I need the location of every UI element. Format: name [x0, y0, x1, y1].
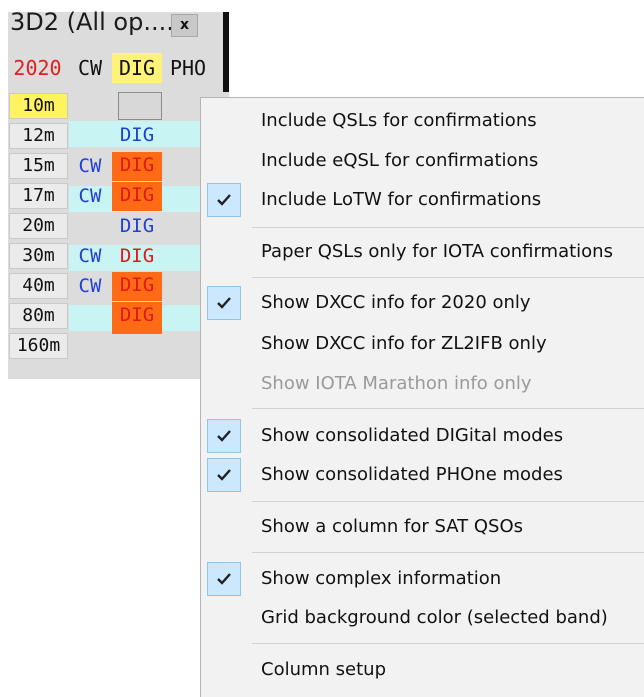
grid-cell-40m-dig[interactable]: DIG — [112, 272, 162, 301]
menu-item-include-qsls[interactable]: Include QSLs for confirmations — [200, 103, 644, 139]
menu-item-dxcc-zl2ifb-only[interactable]: Show DXCC info for ZL2IFB only — [200, 326, 644, 362]
menu-item-paper-qsls-iota[interactable]: Paper QSLs only for IOTA confirmations — [200, 234, 644, 270]
dig-column-header[interactable]: DIG — [112, 53, 162, 83]
grid-cell-15m-cw[interactable]: CW — [69, 153, 111, 179]
menu-item-column-setup[interactable]: Column setup — [200, 652, 644, 688]
menu-separator — [252, 227, 644, 228]
band-label-15m[interactable]: 15m — [9, 153, 68, 179]
checkmark-icon — [207, 562, 241, 596]
window-title: 3D2 (All op.... — [10, 8, 174, 36]
grid-cell-20m-dig[interactable]: DIG — [112, 213, 162, 239]
menu-item-label: Include LoTW for confirmations — [261, 189, 542, 210]
band-label-30m[interactable]: 30m — [9, 243, 68, 269]
menu-item-label: Include eQSL for confirmations — [261, 150, 539, 171]
menu-item-include-eqsl[interactable]: Include eQSL for confirmations — [200, 143, 644, 179]
menu-item-complex-information[interactable]: Show complex information — [200, 561, 644, 597]
menu-item-sat-column[interactable]: Show a column for SAT QSOs — [200, 509, 644, 545]
menu-item-include-lotw[interactable]: Include LoTW for confirmations — [200, 182, 644, 218]
menu-item-label: Show consolidated DIGital modes — [261, 425, 564, 446]
band-label-80m[interactable]: 80m — [9, 303, 68, 329]
close-button[interactable]: x — [171, 14, 198, 37]
band-label-10m[interactable]: 10m — [9, 93, 68, 119]
grid-cell-80m-dig[interactable]: DIG — [112, 302, 162, 334]
selected-grid-cell[interactable] — [118, 92, 162, 120]
menu-separator — [252, 408, 644, 409]
grid-cell-15m-dig[interactable]: DIG — [112, 152, 162, 181]
band-label-160m[interactable]: 160m — [9, 333, 68, 359]
grid-cell-30m-cw[interactable]: CW — [69, 243, 111, 269]
menu-separator — [252, 643, 644, 644]
menu-item-iota-marathon-only: Show IOTA Marathon info only — [200, 366, 644, 402]
menu-item-label: Grid background color (selected band) — [261, 607, 608, 628]
band-label-40m[interactable]: 40m — [9, 273, 68, 299]
menu-item-dxcc-2020-only[interactable]: Show DXCC info for 2020 only — [200, 285, 644, 321]
menu-item-consolidated-phone[interactable]: Show consolidated PHOne modes — [200, 457, 644, 493]
menu-separator — [252, 501, 644, 502]
menu-item-label: Show IOTA Marathon info only — [261, 373, 532, 394]
menu-item-label: Show consolidated PHOne modes — [261, 464, 563, 485]
grid-cell-17m-dig[interactable]: DIG — [112, 182, 162, 211]
menu-item-label: Show DXCC info for 2020 only — [261, 292, 531, 313]
menu-item-consolidated-digital[interactable]: Show consolidated DIGital modes — [200, 418, 644, 454]
pho-column-header[interactable]: PHO — [163, 53, 213, 83]
menu-item-label: Column setup — [261, 659, 386, 680]
window-border — [223, 12, 229, 92]
menu-item-label: Show DXCC info for ZL2IFB only — [261, 333, 547, 354]
menu-item-label: Show complex information — [261, 568, 502, 589]
grid-cell-17m-cw[interactable]: CW — [69, 183, 111, 209]
band-label-17m[interactable]: 17m — [9, 183, 68, 209]
menu-item-label: Paper QSLs only for IOTA confirmations — [261, 241, 613, 262]
cw-column-header[interactable]: CW — [69, 53, 111, 83]
menu-item-label: Show a column for SAT QSOs — [261, 516, 524, 537]
menu-item-label: Include QSLs for confirmations — [261, 110, 537, 131]
band-label-12m[interactable]: 12m — [9, 123, 68, 149]
year-header[interactable]: 2020 — [8, 53, 67, 83]
checkmark-icon — [207, 286, 241, 320]
menu-item-grid-background-color[interactable]: Grid background color (selected band) — [200, 600, 644, 636]
menu-separator — [252, 552, 644, 553]
grid-cell-12m-dig[interactable]: DIG — [112, 122, 162, 148]
checkmark-icon — [207, 183, 241, 217]
checkmark-icon — [207, 419, 241, 453]
band-label-20m[interactable]: 20m — [9, 213, 68, 239]
grid-cell-30m-dig[interactable]: DIG — [112, 243, 162, 269]
grid-cell-40m-cw[interactable]: CW — [69, 273, 111, 299]
menu-separator — [252, 277, 644, 278]
checkmark-icon — [207, 458, 241, 492]
